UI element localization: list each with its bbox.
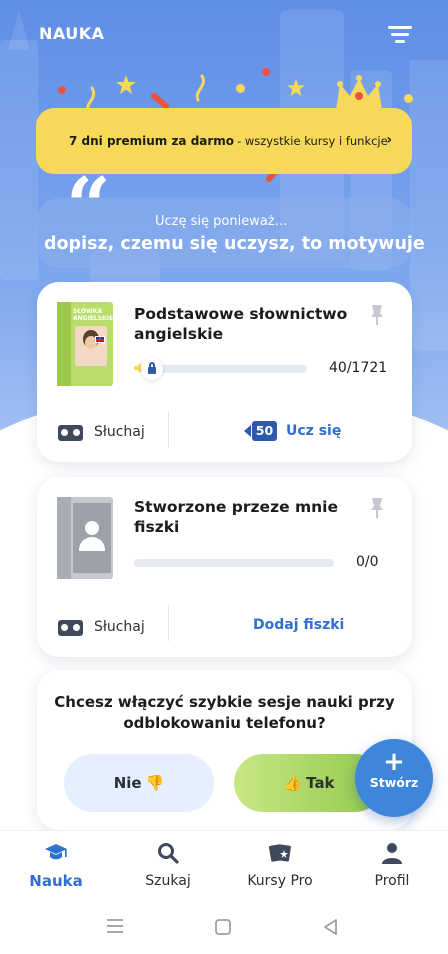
- plus-icon: +: [383, 747, 405, 777]
- home-icon[interactable]: [214, 918, 232, 936]
- uk-flag-icon: [95, 336, 105, 343]
- lock-icon: [141, 358, 163, 380]
- graduation-cap-icon: [45, 844, 67, 860]
- listen-button[interactable]: Słuchaj: [94, 619, 145, 635]
- system-navigation-bar: [0, 900, 448, 954]
- nav-item-nauka[interactable]: Nauka: [0, 831, 112, 901]
- course-title: Stworzone przeze mnie fiszki: [134, 498, 339, 536]
- thumbs-up-icon: 👍: [283, 774, 303, 792]
- nav-item-kursy-pro[interactable]: Kursy Pro: [224, 831, 336, 901]
- page-title: NAUKA: [39, 24, 105, 43]
- top-bar: NAUKA: [0, 0, 448, 66]
- course-cover: SŁÓWKA ANGIELSKIE: [57, 302, 113, 386]
- progress-count: 0/0: [356, 554, 379, 570]
- pin-icon[interactable]: [369, 497, 385, 519]
- cards-icon: [268, 844, 291, 862]
- course-title: Podstawowe słownictwo angielskie: [134, 305, 348, 343]
- nav-item-szukaj[interactable]: Szukaj: [112, 831, 224, 901]
- nav-item-profil[interactable]: Profil: [336, 831, 448, 901]
- promo-headline: 7 dni premium za darmo: [69, 134, 235, 148]
- cover-photo: [75, 326, 107, 366]
- pin-icon[interactable]: [369, 304, 385, 326]
- motivation-lead: Uczę się ponieważ…: [155, 214, 288, 229]
- promo-subtext: - wszystkie kursy i funkcje: [237, 134, 388, 148]
- search-icon: [158, 843, 179, 864]
- recent-apps-icon[interactable]: [106, 918, 124, 934]
- progress-bar: [145, 365, 307, 373]
- learn-button[interactable]: Ucz się: [286, 423, 341, 439]
- unlock-question: Chcesz włączyć szybkie sesje nauki przy …: [54, 693, 395, 732]
- course-card[interactable]: SŁÓWKA ANGIELSKIE Podstawowe słownictwo …: [37, 282, 412, 462]
- chevron-right-icon: ›: [386, 132, 392, 148]
- filter-lines-icon[interactable]: [388, 26, 412, 44]
- course-cover: [57, 497, 113, 579]
- thumbs-down-icon: 👎: [145, 774, 165, 792]
- cassette-icon: [58, 425, 83, 441]
- progress-bar: [134, 559, 334, 567]
- no-button[interactable]: Nie 👎: [64, 754, 214, 812]
- back-icon[interactable]: [322, 918, 338, 936]
- listen-button[interactable]: Słuchaj: [94, 424, 145, 440]
- course-card[interactable]: Stworzone przeze mnie fiszki 0/0 Słuchaj…: [37, 477, 412, 657]
- avatar: [73, 503, 111, 573]
- motivation-prompt[interactable]: dopisz, czemu się uczysz, to motywuje: [44, 234, 425, 254]
- progress-count: 40/1721: [329, 360, 388, 376]
- person-icon: [382, 843, 402, 864]
- create-button[interactable]: + Stwórz: [355, 739, 433, 817]
- cassette-icon: [58, 620, 83, 636]
- add-flashcards-button[interactable]: Dodaj fiszki: [253, 617, 344, 633]
- bottom-navigation: Nauka Szukaj Kursy Pro Profil: [0, 830, 448, 900]
